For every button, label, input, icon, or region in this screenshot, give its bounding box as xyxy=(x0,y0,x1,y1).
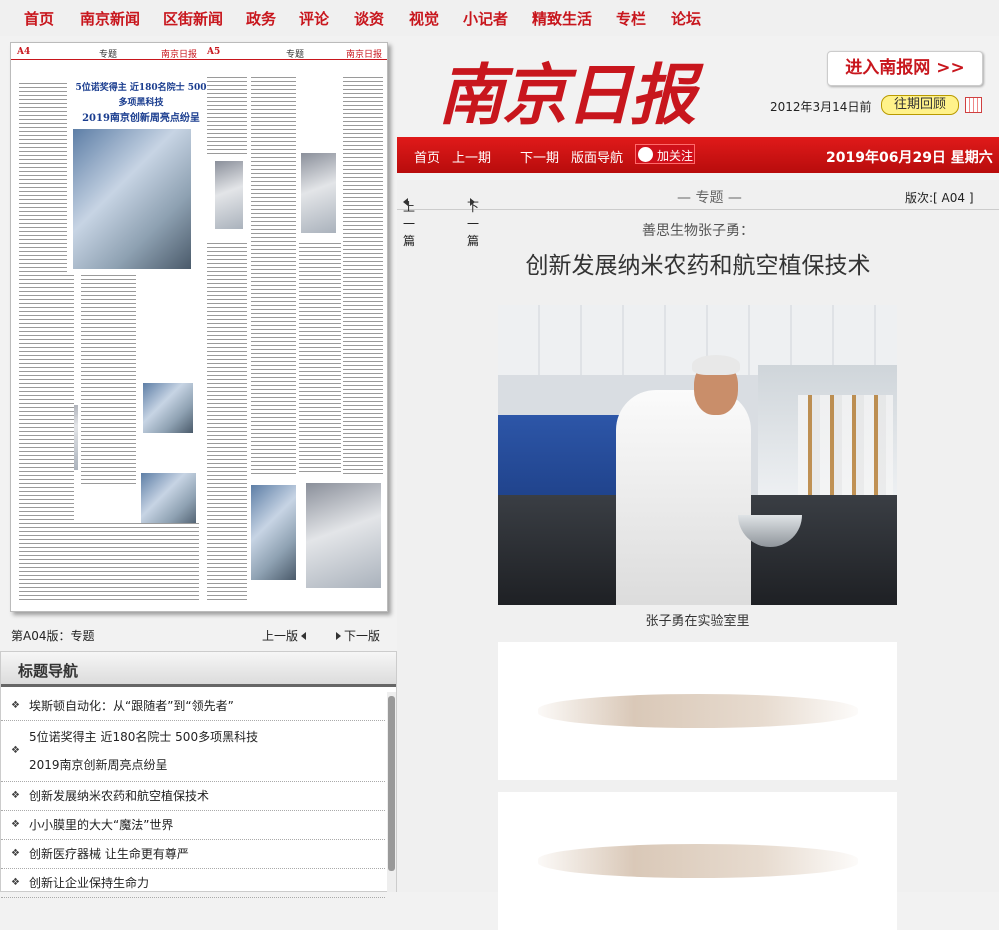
thumb-headline-line2: 2019南京创新周亮点纷呈 xyxy=(82,113,200,124)
arrow-right-icon xyxy=(470,198,475,206)
nav-district-news[interactable]: 区街新闻 xyxy=(163,8,223,29)
title-item-text: 5位诺奖得主 近180名院士 500多项黑科技 xyxy=(29,730,259,744)
current-date: 2019年06月29日 星期六 xyxy=(826,150,993,166)
decorative-brush-card xyxy=(498,792,897,930)
top-nav: 首页 南京新闻 区街新闻 政务 评论 谈资 视觉 小记者 精致生活 专栏 论坛 xyxy=(0,0,999,36)
thumb-photo-1 xyxy=(73,129,191,269)
thumb-headline-line1: 5位诺奖得主 近180名院士 500多项黑科技 xyxy=(75,83,207,108)
section-label: — 专题 — xyxy=(677,190,742,206)
article-headline: 创新发展纳米农药和航空植保技术 xyxy=(525,253,871,279)
prev-edition-link[interactable]: 上一版 xyxy=(262,627,309,644)
bullet-icon: ❖ xyxy=(11,745,20,756)
nav-fine-living[interactable]: 精致生活 xyxy=(532,8,592,29)
bar-home-link[interactable]: 首页 xyxy=(414,147,440,166)
next-edition-link[interactable]: 下一版 xyxy=(336,627,380,644)
page-nav-link[interactable]: 版面导航 xyxy=(571,147,623,166)
bullet-icon: ❖ xyxy=(11,877,20,888)
archive-date-label: 2012年3月14日前 xyxy=(770,100,872,114)
nav-nanjing-news[interactable]: 南京新闻 xyxy=(80,8,140,29)
title-item[interactable]: ❖ 创新医疗器械 让生命更有尊严 xyxy=(1,840,385,869)
thumb-photo-3 xyxy=(143,383,193,433)
thumb-photo-8 xyxy=(251,485,296,580)
bullet-icon: ❖ xyxy=(11,848,20,859)
thumb-photo-5 xyxy=(141,473,196,528)
title-item-text: 2019南京创新周亮点纷呈 xyxy=(29,758,168,772)
title-navigation-heading: 标题导航 xyxy=(18,662,79,680)
follow-label: 加关注 xyxy=(657,149,694,163)
title-item[interactable]: ❖ 5位诺奖得主 近180名院士 500多项黑科技 2019南京创新周亮点纷呈 xyxy=(1,721,385,782)
calendar-icon[interactable] xyxy=(965,97,982,113)
weibo-icon xyxy=(638,147,653,162)
enter-site-button[interactable]: 进入南报网 >> xyxy=(827,51,983,86)
next-issue-link[interactable]: 下一期 xyxy=(520,147,559,166)
nav-government[interactable]: 政务 xyxy=(246,8,276,29)
bullet-icon: ❖ xyxy=(11,790,20,801)
nav-forum[interactable]: 论坛 xyxy=(671,8,701,29)
nav-talk[interactable]: 谈资 xyxy=(354,8,384,29)
back-issues-button[interactable]: 往期回顾 xyxy=(881,95,959,115)
arrow-left-icon xyxy=(301,632,307,640)
thumb-page-a4: A4 xyxy=(17,47,31,57)
prev-issue-link[interactable]: 上一期 xyxy=(452,147,491,166)
title-item[interactable]: ❖ 埃斯顿自动化：从“跟随者”到“领先者” xyxy=(1,692,385,721)
decorative-brush-card xyxy=(498,642,897,780)
thumb-photo-7 xyxy=(301,153,336,233)
follow-weibo-button[interactable]: 加关注 xyxy=(635,144,695,164)
thumb-photo-6 xyxy=(215,161,243,229)
article-panel: 上一篇 下一篇 — 专题 — 版次:[ A04 ] 善思生物张子勇： 创新发展纳… xyxy=(397,180,999,930)
title-item-text: 埃斯顿自动化：从“跟随者”到“领先者” xyxy=(29,699,234,713)
article-subtitle: 善思生物张子勇： xyxy=(642,223,754,239)
site-logo[interactable]: 南京日报 xyxy=(438,42,696,138)
title-item[interactable]: ❖ 小小膜里的大大“魔法”世界 xyxy=(1,811,385,840)
current-page-label: 第A04版：专题 xyxy=(11,629,95,643)
edition-label: 版次:[ A04 ] xyxy=(905,191,974,205)
scrollbar-thumb[interactable] xyxy=(388,696,395,871)
nav-little-reporter[interactable]: 小记者 xyxy=(463,8,508,29)
page-thumbnail[interactable]: A4 专题 南京日报 A5 专题 南京日报 5位诺奖得主 近180名院士 500… xyxy=(10,42,388,612)
title-item-text: 创新医疗器械 让生命更有尊严 xyxy=(29,847,189,861)
brush-stroke-image xyxy=(538,694,858,728)
title-item-text: 小小膜里的大大“魔法”世界 xyxy=(29,818,174,832)
title-list: ❖ 埃斯顿自动化：从“跟随者”到“领先者” ❖ 5位诺奖得主 近180名院士 500… xyxy=(1,692,385,898)
thumb-photo-9 xyxy=(306,483,381,588)
thumb-headline: 5位诺奖得主 近180名院士 500多项黑科技 2019南京创新周亮点纷呈 xyxy=(71,81,211,126)
brush-stroke-image xyxy=(538,844,858,878)
title-item-text: 创新让企业保持生命力 xyxy=(29,876,150,890)
photo-caption: 张子勇在实验室里 xyxy=(645,614,750,629)
title-item-text: 创新发展纳米农药和航空植保技术 xyxy=(29,789,210,803)
title-list-scrollbar[interactable] xyxy=(387,692,396,892)
title-navigation: 标题导航 ❖ 埃斯顿自动化：从“跟随者”到“领先者” ❖ 5位诺奖得主 近180名院… xyxy=(0,651,397,898)
nav-home[interactable]: 首页 xyxy=(24,8,54,29)
arrow-right-icon xyxy=(336,632,341,640)
title-navigation-header: 标题导航 xyxy=(1,652,396,687)
article-photo xyxy=(498,305,897,605)
title-item[interactable]: ❖ 创新发展纳米农药和航空植保技术 xyxy=(1,782,385,811)
nav-columns[interactable]: 专栏 xyxy=(616,8,646,29)
prev-edition-label: 上一版 xyxy=(262,629,299,643)
nav-commentary[interactable]: 评论 xyxy=(299,8,329,29)
article-toolbar: 上一篇 下一篇 — 专题 — 版次:[ A04 ] xyxy=(397,180,999,248)
thumb-page-a5: A5 xyxy=(207,47,221,57)
next-edition-label: 下一版 xyxy=(344,629,381,643)
nav-visual[interactable]: 视觉 xyxy=(409,8,439,29)
title-item[interactable]: ❖ 创新让企业保持生命力 xyxy=(1,869,385,898)
bullet-icon: ❖ xyxy=(11,819,20,830)
bullet-icon: ❖ xyxy=(11,700,20,711)
left-panel: A4 专题 南京日报 A5 专题 南京日报 5位诺奖得主 近180名院士 500… xyxy=(0,36,397,898)
